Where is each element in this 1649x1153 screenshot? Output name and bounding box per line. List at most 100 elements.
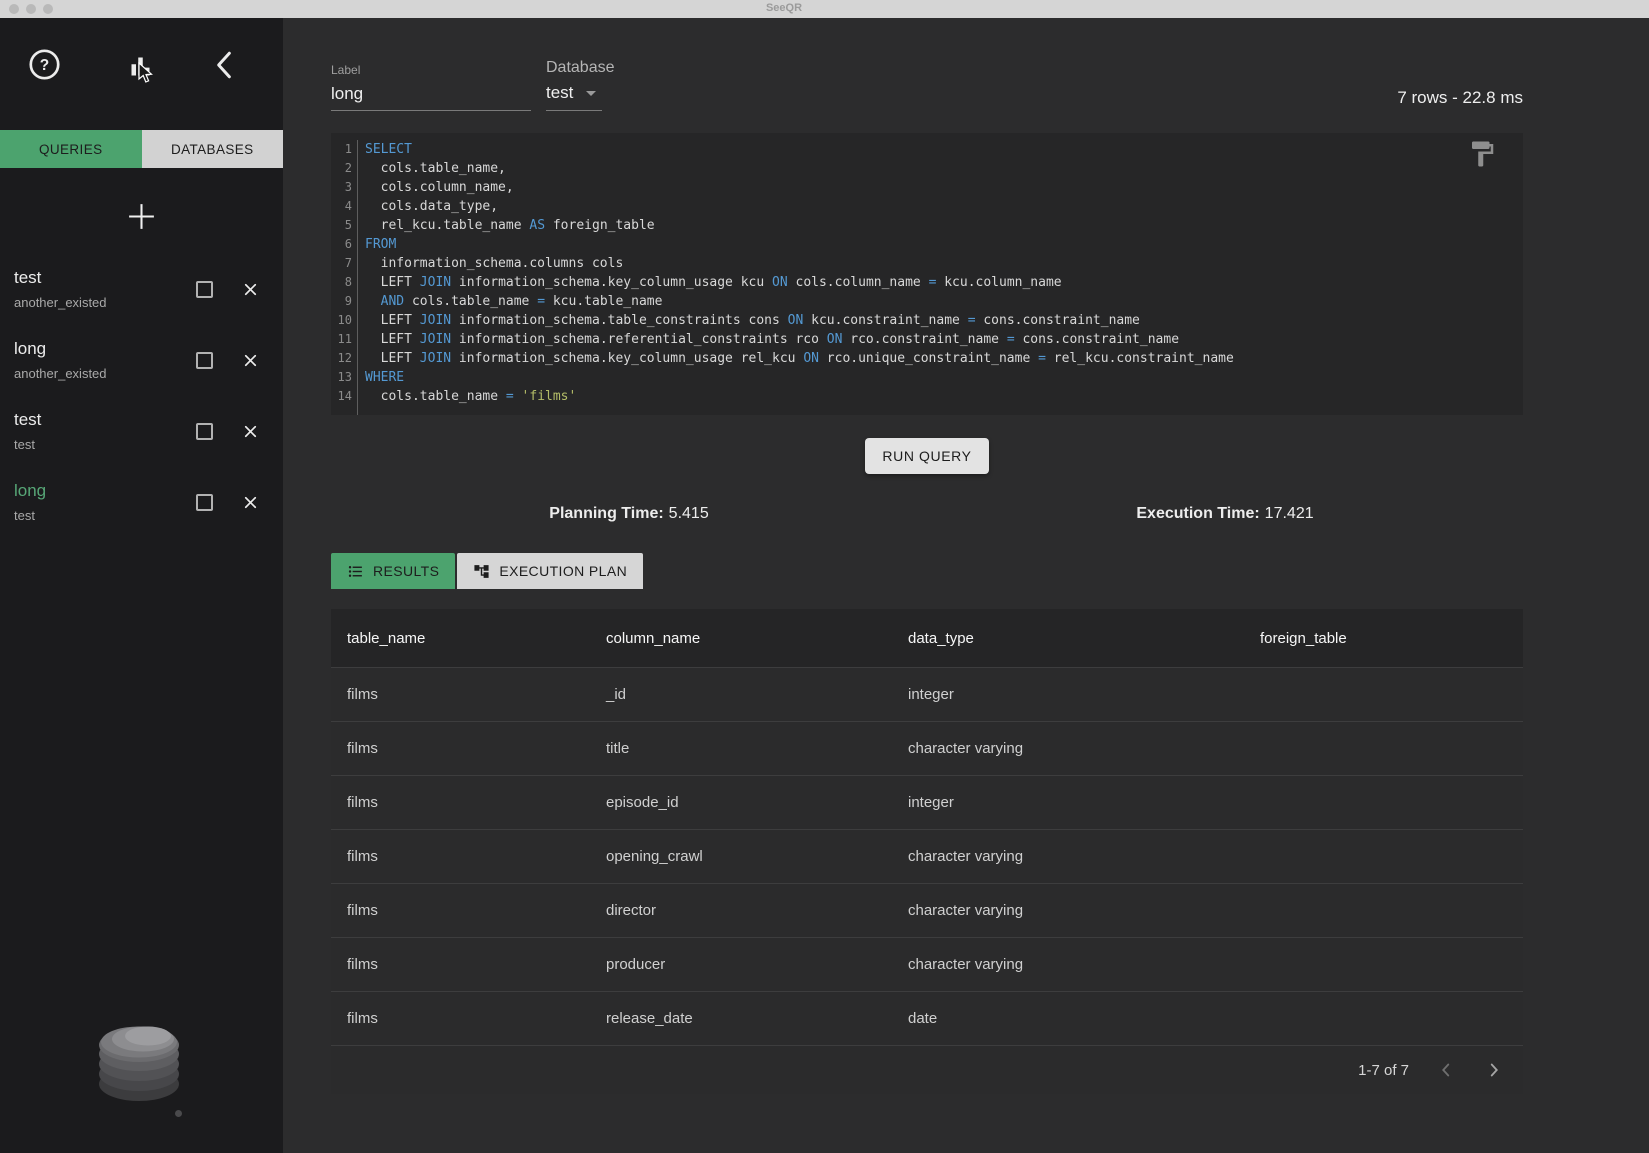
result-tabs: RESULTS EXECUTION PLAN (331, 553, 1649, 589)
database-field-caption: Database (546, 59, 615, 76)
compare-checkbox[interactable] (196, 493, 213, 511)
mouse-cursor-icon (138, 62, 153, 83)
planning-time: Planning Time: 5.415 (331, 505, 927, 523)
execution-time: Execution Time: 17.421 (927, 505, 1523, 523)
database-select[interactable]: test (546, 77, 602, 111)
tab-databases[interactable]: DATABASES (141, 130, 283, 168)
column-header: column_name (606, 629, 701, 647)
tab-queries[interactable]: QUERIES (0, 130, 142, 168)
run-query-button[interactable]: RUN QUERY (865, 438, 989, 474)
results-table: table_name column_name data_type foreign_ta… (331, 609, 1523, 1094)
table-cell: character varying (908, 848, 1024, 865)
delete-query-icon[interactable] (241, 493, 260, 512)
column-header: data_type (908, 629, 974, 647)
table-cell: title (606, 740, 630, 757)
tab-results-label: RESULTS (373, 563, 440, 579)
prev-page-icon[interactable] (1435, 1059, 1457, 1081)
run-query-row: RUN QUERY (331, 438, 1523, 474)
table-cell: integer (908, 686, 954, 703)
query-view: Label Database test 7 rows - 22.8 ms 123… (283, 18, 1649, 1153)
tab-execution-plan[interactable]: EXECUTION PLAN (457, 553, 644, 589)
result-stats: 7 rows - 22.8 ms (1397, 88, 1523, 107)
sidebar-icon-bar: ? (0, 18, 283, 130)
window-titlebar: SeeQR (0, 0, 1649, 18)
planning-time-label: Planning Time: (549, 505, 664, 522)
seeqr-logo (99, 1026, 179, 1101)
table-row: films episode_id integer (331, 775, 1523, 829)
sql-editor[interactable]: 1 2 3 4 5 6 7 8 9 10 11 12 13 14 SELECT cols.table_na… (331, 133, 1523, 415)
table-cell: _id (606, 686, 627, 703)
query-header: Label Database test 7 rows - 22.8 ms (283, 18, 1649, 133)
query-item-text[interactable]: long another_existed (14, 339, 196, 381)
pagination-range: 1-7 of 7 (1358, 1061, 1409, 1079)
window-title: SeeQR (765, 2, 803, 14)
next-page-icon[interactable] (1483, 1059, 1505, 1081)
label-field-caption: Label (331, 63, 361, 77)
table-row: films _id integer (331, 667, 1523, 721)
execution-time-value: 17.421 (1264, 505, 1314, 522)
database-select-value: test (546, 83, 574, 102)
tab-results[interactable]: RESULTS (331, 553, 456, 589)
query-label[interactable]: test (14, 410, 196, 430)
logo-dot (175, 1110, 182, 1117)
compare-checkbox[interactable] (196, 351, 213, 369)
query-item-text[interactable]: test another_existed (14, 268, 196, 310)
query-list-item[interactable]: long another_existed (14, 339, 283, 381)
query-label[interactable]: long (14, 481, 196, 501)
sidebar-tabs: QUERIES DATABASES (0, 130, 283, 168)
label-input[interactable] (331, 77, 531, 111)
table-cell: opening_crawl (606, 848, 703, 865)
table-cell: character varying (908, 902, 1024, 919)
results-table-body: films _id integer films title character varyi… (331, 667, 1523, 1045)
table-cell: episode_id (606, 794, 679, 811)
delete-query-icon[interactable] (241, 280, 260, 299)
new-query-icon[interactable] (126, 201, 157, 232)
sidebar: ? QUERIES DATABASES test another_existed l… (0, 18, 283, 1153)
query-label[interactable]: test (14, 268, 196, 288)
execution-time-label: Execution Time: (1136, 505, 1260, 522)
table-cell: films (347, 848, 378, 865)
column-header: foreign_table (1260, 629, 1347, 647)
query-item-text[interactable]: test test (14, 410, 196, 452)
query-label[interactable]: long (14, 339, 196, 359)
format-paint-icon (1472, 141, 1494, 167)
column-header: table_name (347, 629, 426, 647)
table-cell: producer (606, 956, 666, 973)
query-list-item[interactable]: long test (14, 481, 283, 523)
dropdown-caret-icon (586, 90, 597, 96)
results-table-header: table_name column_name data_type foreign_ta… (331, 609, 1523, 667)
table-cell: date (908, 1010, 938, 1027)
editor-code[interactable]: SELECT cols.table_name, cols.column_name… (358, 140, 1523, 415)
table-cell: films (347, 902, 378, 919)
tab-execution-plan-label: EXECUTION PLAN (499, 563, 628, 579)
table-row: films producer character varying (331, 937, 1523, 991)
editor-line-numbers: 1 2 3 4 5 6 7 8 9 10 11 12 13 14 (331, 140, 358, 415)
table-cell: films (347, 740, 378, 757)
table-pagination: 1-7 of 7 (331, 1045, 1523, 1094)
help-icon[interactable]: ? (28, 48, 61, 81)
table-cell: integer (908, 794, 954, 811)
query-list: test another_existed long another_existed te… (0, 268, 283, 523)
table-cell: character varying (908, 740, 1024, 757)
query-item-text[interactable]: long test (14, 481, 196, 523)
table-row: films director character varying (331, 883, 1523, 937)
query-list-item[interactable]: test test (14, 410, 283, 452)
table-row: films opening_crawl character varying (331, 829, 1523, 883)
delete-query-icon[interactable] (241, 351, 260, 370)
table-cell: release_date (606, 1010, 693, 1027)
collapse-sidebar-icon[interactable] (210, 49, 238, 81)
table-cell: films (347, 686, 378, 703)
query-db-name: test (14, 508, 35, 523)
compare-checkbox[interactable] (196, 422, 213, 440)
table-row: films title character varying (331, 721, 1523, 775)
query-db-name: another_existed (14, 366, 107, 381)
table-cell: director (606, 902, 657, 919)
format-query-button[interactable] (1467, 139, 1497, 172)
results-list-icon (348, 565, 362, 577)
planning-time-value: 5.415 (668, 505, 709, 522)
compare-checkbox[interactable] (196, 280, 213, 298)
table-cell: films (347, 794, 378, 811)
delete-query-icon[interactable] (241, 422, 260, 441)
query-list-item[interactable]: test another_existed (14, 268, 283, 310)
table-cell: films (347, 956, 378, 973)
